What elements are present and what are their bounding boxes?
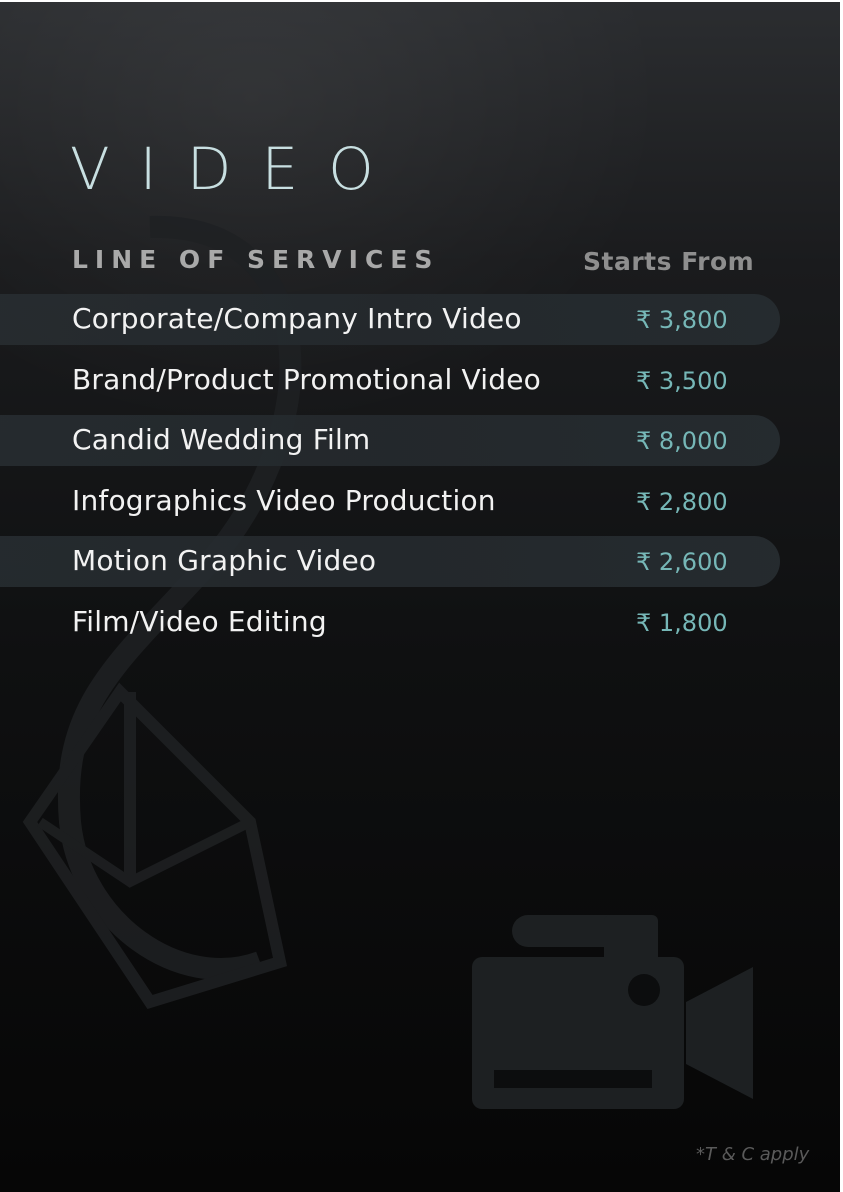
- terms-note: *T & C apply: [696, 1144, 810, 1165]
- service-name: Brand/Product Promotional Video: [72, 362, 541, 396]
- service-price: ₹ 3,500: [636, 366, 728, 395]
- service-price: ₹ 2,600: [636, 548, 728, 577]
- list-item: Film/Video Editing ₹ 1,800: [0, 597, 780, 648]
- price-column-header: Starts From: [583, 247, 755, 276]
- list-item: Motion Graphic Video ₹ 2,600: [0, 536, 780, 588]
- service-name: Candid Wedding Film: [72, 423, 371, 457]
- service-name: Film/Video Editing: [72, 604, 327, 638]
- service-price: ₹ 8,000: [636, 427, 728, 456]
- service-name: Corporate/Company Intro Video: [72, 302, 522, 335]
- list-item: Candid Wedding Film ₹ 8,000: [0, 415, 780, 467]
- service-price: ₹ 3,800: [636, 306, 728, 334]
- page-title: VIDEO: [70, 135, 404, 203]
- list-item: Corporate/Company Intro Video ₹ 3,800: [0, 294, 780, 345]
- services-list: Corporate/Company Intro Video ₹ 3,800 Br…: [0, 294, 780, 658]
- service-price: ₹ 1,800: [636, 608, 728, 637]
- list-item: Brand/Product Promotional Video ₹ 3,500: [0, 355, 780, 406]
- service-price: ₹ 2,800: [636, 487, 728, 516]
- price-list-page: VIDEO LINE OF SERVICES Starts From Corpo…: [0, 2, 840, 1192]
- list-item: Infographics Video Production ₹ 2,800: [0, 476, 780, 527]
- services-column-header: LINE OF SERVICES: [72, 245, 440, 274]
- video-camera-icon: [472, 915, 753, 1109]
- service-name: Motion Graphic Video: [72, 544, 377, 578]
- service-name: Infographics Video Production: [72, 483, 496, 517]
